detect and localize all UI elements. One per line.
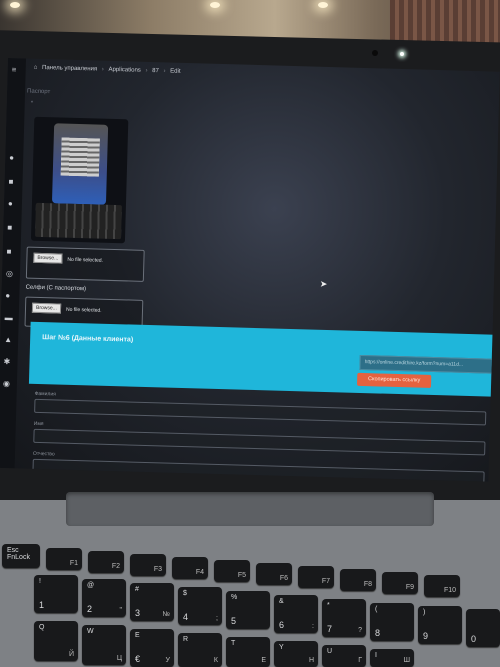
key-2[interactable]: @2 " [82,579,126,617]
key-8[interactable]: (8 [370,603,414,641]
key-f6[interactable]: F6 [256,563,292,585]
webcam-light-icon [400,52,404,56]
surname-label: Фамилия [34,390,56,398]
wallet-icon[interactable]: ▬ [5,313,13,322]
photo-qr-code [60,137,100,177]
key-e[interactable]: E У € [130,629,174,667]
chevron-right-icon: › [163,68,166,75]
passport-file-input[interactable]: Browse... No file selected. [25,246,145,282]
key-5[interactable]: % 5 [226,591,270,629]
key-7[interactable]: * 7? [322,599,366,637]
breadcrumb-applications[interactable]: Applications [108,67,141,74]
key-0[interactable]: 0 [466,609,500,647]
key-f7[interactable]: F7 [298,566,334,588]
key-f5[interactable]: F5 [214,560,250,582]
key-f3[interactable]: F3 [130,554,166,576]
browse-button[interactable]: Browse... [31,302,62,314]
menu-icon[interactable]: ≡ [12,65,20,74]
name-label: Имя [33,420,44,428]
key-f10[interactable]: F10 [424,575,460,597]
key-4[interactable]: $4; [178,587,222,625]
ceiling-lamp [210,2,220,8]
selfie-label: Селфи (С паспортом) [25,284,87,293]
dashboard-icon[interactable]: ● [9,153,17,162]
key-esc[interactable]: Esc FnLock [2,544,40,568]
chat-icon[interactable]: ● [8,199,16,208]
warning-icon[interactable]: ▲ [4,335,12,344]
passport-photo-preview[interactable] [30,116,129,244]
user-icon[interactable]: ● [5,291,13,300]
passport-section-title: Паспорт [26,88,51,96]
list-icon[interactable]: ■ [8,177,16,186]
settings-icon[interactable]: ◉ [3,379,11,388]
webcam-icon [372,50,378,56]
key-f2[interactable]: F2 [88,551,124,573]
browse-button[interactable]: Browse... [33,252,63,264]
key-q[interactable]: QЙ [34,621,78,661]
key-3[interactable]: #3 № [130,583,174,621]
chevron-right-icon: › [145,67,148,74]
patronymic-label: Отчество [32,450,55,458]
key-9[interactable]: ) 9 [418,606,462,644]
surname-field[interactable] [34,398,487,426]
key-f8[interactable]: F8 [340,569,376,591]
key-f9[interactable]: F9 [382,572,418,594]
breadcrumb-id[interactable]: 87 [152,68,159,74]
key-y[interactable]: YН [274,641,318,667]
key-w[interactable]: WЦ [82,625,126,665]
key-t[interactable]: TЕ [226,637,270,667]
bus-icon[interactable]: ■ [6,247,14,256]
globe-icon[interactable]: ◎ [6,269,14,278]
laptop-hinge [66,492,434,526]
name-field[interactable] [33,428,486,456]
breadcrumb-edit: Edit [170,68,181,75]
step-title: Шаг №6 (Данные клиента) [42,334,134,344]
required-mark: * [30,100,34,107]
ceiling-lamp [318,2,328,8]
chevron-right-icon: › [101,66,104,73]
home-icon[interactable]: ⌂ [34,65,38,71]
breadcrumb-dashboard[interactable]: Панель управления [42,65,97,73]
client-link-input[interactable]: https://online.credithire.kz/form?num=a1… [359,354,500,375]
key-r[interactable]: RК [178,633,222,667]
document-icon[interactable]: ■ [7,223,15,232]
file-status: No file selected. [67,256,104,264]
star-icon[interactable]: ✱ [3,357,11,366]
copy-link-button[interactable]: Скопировать ссылку [356,372,432,388]
key-u[interactable]: UГ [322,645,366,667]
ceiling-lamp [10,2,20,8]
key-i[interactable]: IШ [370,649,414,667]
laptop-screen: ≡ ● ■ ● ■ ■ ◎ ● ▬ ▲ ✱ ◉ ⌂ Панель управле… [0,58,500,482]
key-f1[interactable]: F1 [46,548,82,570]
key-1[interactable]: ! 1 [34,575,78,613]
key-f4[interactable]: F4 [172,557,208,579]
mouse-cursor-icon: ➤ [319,278,328,290]
file-status: No file selected. [65,306,102,314]
photo-keyboard [35,202,122,240]
step-6-panel: Шаг №6 (Данные клиента) https://online.c… [28,321,500,398]
breadcrumb: ⌂ Панель управления › Applications › 87 … [34,65,184,75]
key-6[interactable]: & 6: [274,595,318,633]
